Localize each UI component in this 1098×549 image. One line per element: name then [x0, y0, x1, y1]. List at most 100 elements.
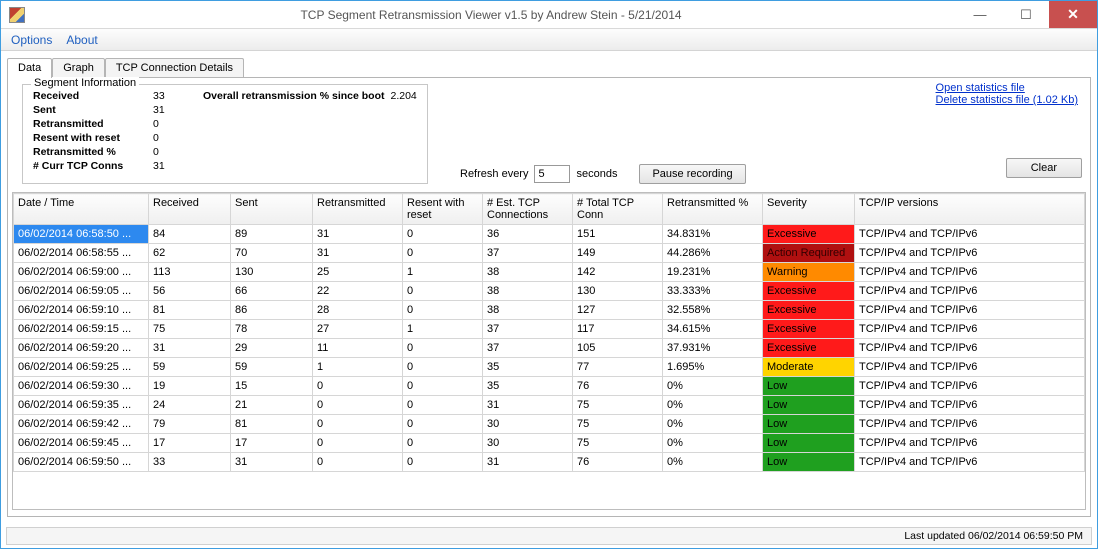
- cell-received: 62: [149, 244, 231, 263]
- col-retransmitted[interactable]: Retransmitted: [313, 194, 403, 225]
- cell-total-conn: 149: [573, 244, 663, 263]
- table-row[interactable]: 06/02/2014 06:59:20 ...31291103710537.93…: [14, 339, 1085, 358]
- cell-severity: Low: [763, 377, 855, 396]
- pause-recording-button[interactable]: Pause recording: [639, 164, 745, 184]
- table-row[interactable]: 06/02/2014 06:59:30 ...19150035760%LowTC…: [14, 377, 1085, 396]
- cell-resent-reset: 0: [403, 225, 483, 244]
- cell-received: 59: [149, 358, 231, 377]
- cell-est-conns: 31: [483, 453, 573, 472]
- clear-button[interactable]: Clear: [1006, 158, 1082, 178]
- cell-sent: 15: [231, 377, 313, 396]
- table-row[interactable]: 06/02/2014 06:59:35 ...24210031750%LowTC…: [14, 396, 1085, 415]
- cell-total-conn: 130: [573, 282, 663, 301]
- cell-est-conns: 37: [483, 339, 573, 358]
- refresh-label-before: Refresh every: [460, 168, 528, 180]
- statusbar: Last updated 06/02/2014 06:59:50 PM: [6, 527, 1092, 545]
- cell-retransmitted-pct: 0%: [663, 396, 763, 415]
- cell-sent: 81: [231, 415, 313, 434]
- tabstrip: Data Graph TCP Connection Details: [1, 55, 1097, 77]
- menu-about[interactable]: About: [66, 33, 97, 47]
- cell-datetime: 06/02/2014 06:59:00 ...: [14, 263, 149, 282]
- col-est-tcp-conns[interactable]: # Est. TCP Connections: [483, 194, 573, 225]
- cell-retransmitted-pct: 44.286%: [663, 244, 763, 263]
- cell-sent: 17: [231, 434, 313, 453]
- menu-options[interactable]: Options: [11, 33, 52, 47]
- retransmitted-pct-label: Retransmitted %: [33, 145, 153, 159]
- table-row[interactable]: 06/02/2014 06:59:10 ...81862803812732.55…: [14, 301, 1085, 320]
- col-total-tcp-conn[interactable]: # Total TCP Conn: [573, 194, 663, 225]
- app-icon: [9, 7, 25, 23]
- curr-conns-value: 31: [153, 159, 193, 173]
- delete-statistics-link[interactable]: Delete statistics file (1.02 Kb): [936, 94, 1078, 106]
- refresh-interval-input[interactable]: [534, 165, 570, 183]
- cell-severity: Excessive: [763, 301, 855, 320]
- cell-retransmitted: 22: [313, 282, 403, 301]
- cell-sent: 59: [231, 358, 313, 377]
- cell-total-conn: 117: [573, 320, 663, 339]
- received-value: 33: [153, 89, 193, 103]
- cell-retransmitted: 28: [313, 301, 403, 320]
- cell-total-conn: 76: [573, 453, 663, 472]
- cell-resent-reset: 0: [403, 396, 483, 415]
- table-header-row: Date / Time Received Sent Retransmitted …: [14, 194, 1085, 225]
- cell-total-conn: 77: [573, 358, 663, 377]
- window-title: TCP Segment Retransmission Viewer v1.5 b…: [25, 8, 957, 22]
- col-retransmitted-pct[interactable]: Retransmitted %: [663, 194, 763, 225]
- window-buttons: — ☐ ✕: [957, 1, 1097, 28]
- cell-received: 24: [149, 396, 231, 415]
- cell-total-conn: 151: [573, 225, 663, 244]
- cell-received: 31: [149, 339, 231, 358]
- cell-tcpip-versions: TCP/IPv4 and TCP/IPv6: [855, 244, 1085, 263]
- cell-sent: 89: [231, 225, 313, 244]
- cell-received: 113: [149, 263, 231, 282]
- table-row[interactable]: 06/02/2014 06:58:55 ...62703103714944.28…: [14, 244, 1085, 263]
- maximize-button[interactable]: ☐: [1003, 1, 1049, 28]
- cell-datetime: 06/02/2014 06:58:55 ...: [14, 244, 149, 263]
- col-sent[interactable]: Sent: [231, 194, 313, 225]
- cell-retransmitted: 31: [313, 244, 403, 263]
- cell-sent: 130: [231, 263, 313, 282]
- table-row[interactable]: 06/02/2014 06:59:05 ...56662203813033.33…: [14, 282, 1085, 301]
- open-statistics-link[interactable]: Open statistics file: [936, 82, 1078, 94]
- col-received[interactable]: Received: [149, 194, 231, 225]
- col-tcpip-versions[interactable]: TCP/IP versions: [855, 194, 1085, 225]
- cell-resent-reset: 1: [403, 263, 483, 282]
- cell-datetime: 06/02/2014 06:59:45 ...: [14, 434, 149, 453]
- col-datetime[interactable]: Date / Time: [14, 194, 149, 225]
- cell-datetime: 06/02/2014 06:59:42 ...: [14, 415, 149, 434]
- table-row[interactable]: 06/02/2014 06:59:15 ...75782713711734.61…: [14, 320, 1085, 339]
- tab-content: Segment Information Received 33 Overall …: [7, 77, 1091, 517]
- table-row[interactable]: 06/02/2014 06:58:50 ...84893103615134.83…: [14, 225, 1085, 244]
- minimize-button[interactable]: —: [957, 1, 1003, 28]
- cell-severity: Excessive: [763, 320, 855, 339]
- table-row[interactable]: 06/02/2014 06:59:25 ...59591035771.695%M…: [14, 358, 1085, 377]
- col-resent-reset[interactable]: Resent with reset: [403, 194, 483, 225]
- tab-graph[interactable]: Graph: [52, 58, 105, 78]
- cell-retransmitted-pct: 33.333%: [663, 282, 763, 301]
- cell-retransmitted: 0: [313, 377, 403, 396]
- table-row[interactable]: 06/02/2014 06:59:45 ...17170030750%LowTC…: [14, 434, 1085, 453]
- cell-datetime: 06/02/2014 06:59:25 ...: [14, 358, 149, 377]
- table-row[interactable]: 06/02/2014 06:59:00 ...1131302513814219.…: [14, 263, 1085, 282]
- tab-tcp-connection-details[interactable]: TCP Connection Details: [105, 58, 244, 78]
- tab-data[interactable]: Data: [7, 58, 52, 78]
- cell-datetime: 06/02/2014 06:59:15 ...: [14, 320, 149, 339]
- cell-retransmitted-pct: 0%: [663, 377, 763, 396]
- cell-datetime: 06/02/2014 06:59:30 ...: [14, 377, 149, 396]
- cell-tcpip-versions: TCP/IPv4 and TCP/IPv6: [855, 358, 1085, 377]
- curr-conns-label: # Curr TCP Conns: [33, 159, 153, 173]
- resent-reset-value: 0: [153, 131, 193, 145]
- cell-retransmitted: 0: [313, 453, 403, 472]
- table-row[interactable]: 06/02/2014 06:59:42 ...79810030750%LowTC…: [14, 415, 1085, 434]
- cell-retransmitted: 0: [313, 396, 403, 415]
- cell-tcpip-versions: TCP/IPv4 and TCP/IPv6: [855, 263, 1085, 282]
- cell-resent-reset: 0: [403, 339, 483, 358]
- cell-datetime: 06/02/2014 06:59:05 ...: [14, 282, 149, 301]
- cell-total-conn: 142: [573, 263, 663, 282]
- data-table: Date / Time Received Sent Retransmitted …: [13, 193, 1085, 472]
- cell-datetime: 06/02/2014 06:59:10 ...: [14, 301, 149, 320]
- close-button[interactable]: ✕: [1049, 1, 1097, 28]
- retransmitted-label: Retransmitted: [33, 117, 153, 131]
- col-severity[interactable]: Severity: [763, 194, 855, 225]
- table-row[interactable]: 06/02/2014 06:59:50 ...33310031760%LowTC…: [14, 453, 1085, 472]
